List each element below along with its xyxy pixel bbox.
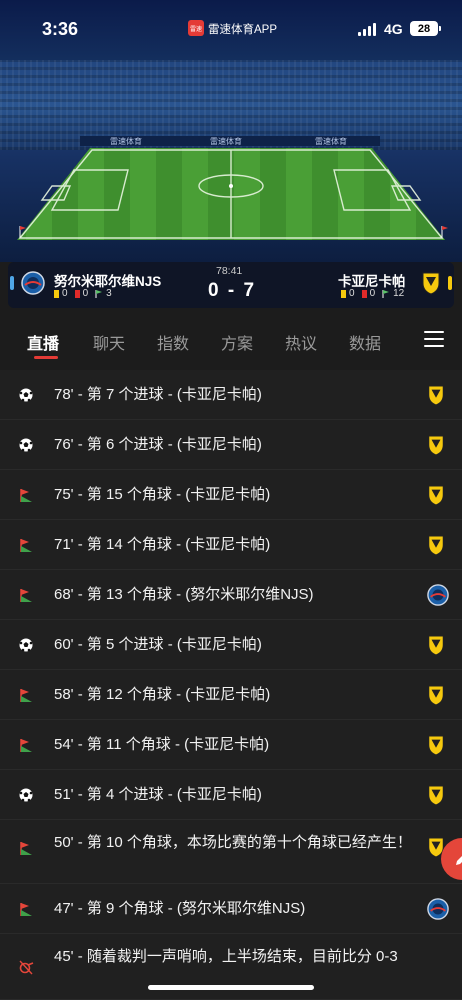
corner-flag-icon (18, 687, 34, 703)
menu-icon[interactable] (424, 331, 444, 347)
event-row[interactable]: 75' - 第 15 个角球 - (卡亚尼卡帕) (0, 470, 462, 520)
event-text: 60' - 第 5 个进球 - (卡亚尼卡帕) (54, 636, 262, 653)
event-row[interactable]: 47' - 第 9 个角球 - (努尔米耶尔维NJS) (0, 884, 462, 934)
match-clock: 78:41 (216, 265, 243, 277)
network-type: 4G (384, 21, 403, 37)
signal-icon (358, 23, 376, 36)
home-team-stats: 0 0 3 (54, 288, 112, 299)
home-team-name[interactable]: 努尔米耶尔维NJS (54, 270, 161, 290)
ad-text: 雷速体育 (110, 137, 142, 146)
event-row[interactable]: 71' - 第 14 个角球 - (卡亚尼卡帕) (0, 520, 462, 570)
home-corner-count: 3 (106, 288, 112, 299)
event-row[interactable]: 51' - 第 4 个进球 - (卡亚尼卡帕) (0, 770, 462, 820)
ball-icon (18, 787, 34, 803)
away-red-count: 0 (369, 288, 376, 299)
away-team-logo-icon (427, 534, 445, 561)
match-score: 0 - 7 (208, 280, 257, 301)
corner-icon (382, 289, 390, 298)
pitch-lines (18, 149, 448, 239)
event-text: 71' - 第 14 个角球 - (卡亚尼卡帕) (54, 536, 271, 553)
event-row[interactable]: 45' - 随着裁判一声哨响，上半场结束，目前比分 0-3 (0, 934, 462, 1000)
event-text: 75' - 第 15 个角球 - (卡亚尼卡帕) (54, 486, 271, 503)
corner-flag-icon (18, 840, 34, 856)
corner-flag-icon (18, 587, 34, 603)
battery-icon: 28 (410, 21, 438, 36)
away-team-logo-icon (427, 484, 445, 511)
ball-icon (18, 387, 34, 403)
home-red-count: 0 (82, 288, 89, 299)
status-bar: 3:36 雷速 雷速体育APP 4G 28 (0, 0, 462, 60)
away-team-logo-icon (427, 384, 445, 411)
away-team-stats: 0 0 12 (341, 288, 404, 299)
event-text: 78' - 第 7 个进球 - (卡亚尼卡帕) (54, 386, 262, 403)
tab-plans[interactable]: 方案 (221, 330, 253, 354)
event-text: 47' - 第 9 个角球 - (努尔米耶尔维NJS) (54, 900, 306, 917)
yellow-card-icon (54, 289, 59, 298)
event-text: 50' - 第 10 个角球，本场比赛的第十个角球已经产生！ (54, 834, 412, 851)
clock: 3:36 (42, 19, 79, 39)
away-team-logo-icon (427, 684, 445, 711)
corner-flag-icon (18, 737, 34, 753)
event-text: 45' - 随着裁判一声哨响，上半场结束，目前比分 0-3 (54, 948, 398, 965)
home-indicator (148, 985, 314, 990)
event-text: 68' - 第 13 个角球 - (努尔米耶尔维NJS) (54, 586, 314, 603)
away-team-name[interactable]: 卡亚尼卡帕 (338, 270, 406, 290)
event-text: 76' - 第 6 个进球 - (卡亚尼卡帕) (54, 436, 262, 453)
corner-flag-icon (18, 537, 34, 553)
corner-icon (95, 289, 103, 298)
stadium-banner: 雷速体育 雷速体育 雷速体育 3:36 雷速 雷速体育APP 4G 28 (0, 0, 462, 262)
away-corner-count: 12 (393, 288, 405, 299)
event-row[interactable]: 60' - 第 5 个进球 - (卡亚尼卡帕) (0, 620, 462, 670)
tab-data[interactable]: 数据 (349, 330, 381, 354)
home-team-logo-icon[interactable] (21, 271, 45, 295)
edit-icon (456, 856, 462, 865)
away-team-logo-icon (427, 634, 445, 661)
away-team-logo-icon (427, 784, 445, 811)
event-row[interactable]: 54' - 第 11 个角球 - (卡亚尼卡帕) (0, 720, 462, 770)
ad-text: 雷速体育 (315, 137, 347, 146)
yellow-card-icon (341, 289, 346, 298)
tab-discussion[interactable]: 热议 (285, 330, 317, 354)
tab-odds[interactable]: 指数 (157, 330, 189, 354)
ball-icon (18, 437, 34, 453)
event-text: 51' - 第 4 个进球 - (卡亚尼卡帕) (54, 786, 262, 803)
home-color-mark (10, 276, 14, 290)
ad-text: 雷速体育 (210, 137, 242, 146)
event-row[interactable]: 76' - 第 6 个进球 - (卡亚尼卡帕) (0, 420, 462, 470)
event-text: 54' - 第 11 个角球 - (卡亚尼卡帕) (54, 736, 270, 753)
ball-icon (18, 637, 34, 653)
away-yellow-count: 0 (349, 288, 355, 299)
tab-live[interactable]: 直播 (27, 330, 59, 354)
away-team-logo-icon[interactable] (421, 271, 441, 295)
red-card-icon (74, 289, 80, 298)
event-row[interactable]: 78' - 第 7 个进球 - (卡亚尼卡帕) (0, 370, 462, 420)
event-row[interactable]: 58' - 第 12 个角球 - (卡亚尼卡帕) (0, 670, 462, 720)
app-name: 雷速体育APP (208, 24, 278, 36)
corner-flag-icon (18, 901, 34, 917)
match-live-screen: 雷速体育 雷速体育 雷速体育 3:36 雷速 雷速体育APP 4G 28 努尔米… (0, 0, 462, 1000)
away-color-mark (448, 276, 452, 290)
battery-tip (439, 26, 441, 31)
corner-flag-icon (18, 487, 34, 503)
active-tab-indicator (34, 356, 58, 359)
away-team-logo-icon (427, 434, 445, 461)
event-row[interactable]: 68' - 第 13 个角球 - (努尔米耶尔维NJS) (0, 570, 462, 620)
event-text: 58' - 第 12 个角球 - (卡亚尼卡帕) (54, 686, 271, 703)
away-team-logo-icon (427, 734, 445, 761)
tab-chat[interactable]: 聊天 (93, 330, 125, 354)
app-logo-icon: 雷速 (188, 20, 204, 36)
home-yellow-count: 0 (62, 288, 68, 299)
home-team-logo-icon (427, 584, 449, 611)
home-team-logo-icon (427, 898, 449, 925)
event-row[interactable]: 50' - 第 10 个角球，本场比赛的第十个角球已经产生！ (0, 820, 462, 884)
whistle-icon (18, 959, 34, 975)
red-card-icon (361, 289, 367, 298)
